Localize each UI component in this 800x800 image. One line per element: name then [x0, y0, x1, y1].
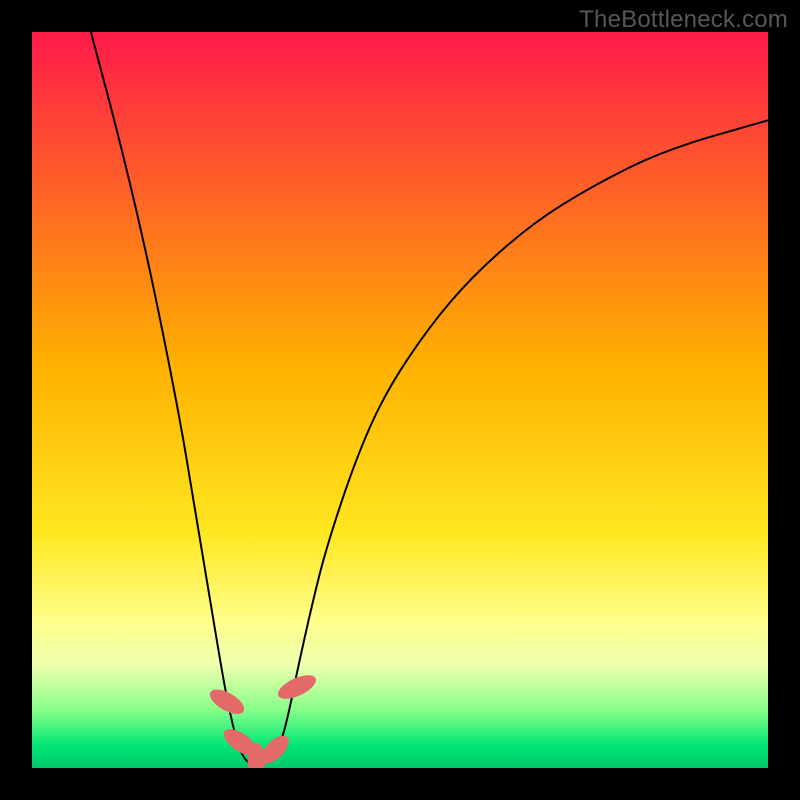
chart-background — [32, 32, 768, 768]
chart-svg — [32, 32, 768, 768]
watermark-text: TheBottleneck.com — [579, 6, 788, 34]
plot-area — [32, 32, 768, 768]
chart-root: TheBottleneck.com — [0, 0, 800, 800]
